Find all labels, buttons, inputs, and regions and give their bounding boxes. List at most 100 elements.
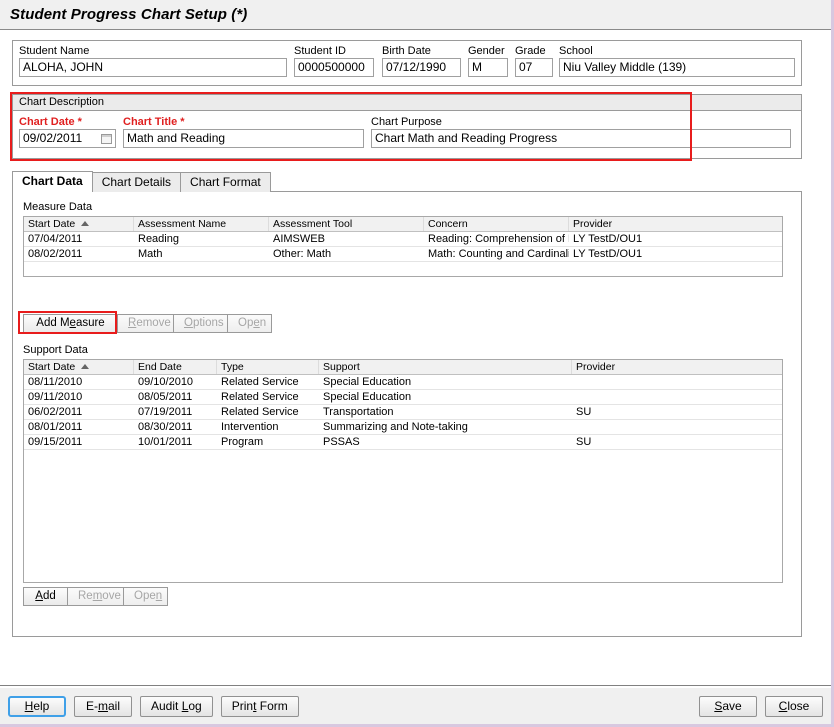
support-cell-support: Special Education — [323, 391, 412, 403]
measure-col-provider[interactable]: Provider — [569, 217, 782, 231]
measure-data-header: Start Date Assessment Name Assessment To… — [24, 217, 782, 232]
chart-date-field: Chart Date * 09/02/2011 — [19, 116, 116, 148]
support-cell-type: Program — [221, 436, 264, 448]
measure-data-label: Measure Data — [23, 201, 93, 213]
measure-col-start-date-text: Start Date — [28, 218, 76, 230]
tab-bar: Chart Data Chart Details Chart Format — [12, 171, 802, 192]
support-cell-provider: SU — [576, 436, 592, 448]
support-cell-type: Intervention — [221, 421, 279, 433]
measure-cell-start-date: 07/04/2011 — [28, 233, 83, 245]
measure-options-button: Options — [173, 314, 228, 333]
sort-ascending-icon — [81, 363, 90, 369]
measure-cell-start-date: 08/02/2011 — [28, 248, 83, 260]
table-row[interactable]: 06/02/2011 07/19/2011 Related Service Tr… — [24, 405, 782, 420]
help-button[interactable]: Help — [8, 696, 66, 717]
support-cell-type: Related Service — [221, 391, 299, 403]
birth-date-label: Birth Date — [382, 45, 431, 57]
form-content: Student Name ALOHA, JOHN Student ID 0000… — [0, 31, 831, 686]
table-row[interactable]: 08/02/2011 Math Other: Math Math: Counti… — [24, 247, 782, 262]
footer-left-buttons: Help E-mail Audit Log Print Form — [8, 696, 299, 717]
support-col-support[interactable]: Support — [319, 360, 572, 374]
gender-field: Gender M — [468, 45, 508, 77]
grade-input[interactable]: 07 — [515, 58, 553, 77]
remove-measure-button: Remove — [117, 314, 174, 333]
grade-field: Grade 07 — [515, 45, 553, 77]
chart-purpose-input[interactable]: Chart Math and Reading Progress — [371, 129, 791, 148]
table-row[interactable]: 09/15/2011 10/01/2011 Program PSSAS SU — [24, 435, 782, 450]
window-title: Student Progress Chart Setup (*) — [10, 6, 248, 23]
print-form-button[interactable]: Print Form — [220, 696, 299, 717]
support-cell-start-date: 08/01/2011 — [28, 421, 83, 433]
support-cell-support: Transportation — [323, 406, 394, 418]
support-cell-type: Related Service — [221, 376, 299, 388]
birth-date-input[interactable]: 07/12/1990 — [382, 58, 461, 77]
measure-cell-provider: LY TestD/OU1 — [573, 233, 643, 245]
tab-chart-details[interactable]: Chart Details — [91, 172, 182, 192]
footer-right-buttons: Save Close — [699, 696, 823, 717]
gender-label: Gender — [468, 45, 505, 57]
chart-description-caption: Chart Description — [13, 95, 801, 111]
add-measure-button[interactable]: Add Measure — [23, 314, 118, 333]
student-id-label: Student ID — [294, 45, 346, 57]
support-cell-support: Special Education — [323, 376, 412, 388]
table-row[interactable]: 07/04/2011 Reading AIMSWEB Reading: Comp… — [24, 232, 782, 247]
table-row[interactable]: 08/01/2011 08/30/2011 Intervention Summa… — [24, 420, 782, 435]
measure-col-assessment-tool[interactable]: Assessment Tool — [269, 217, 424, 231]
support-cell-end-date: 08/30/2011 — [138, 421, 193, 433]
support-cell-provider — [572, 375, 782, 389]
chart-date-input[interactable]: 09/02/2011 — [19, 129, 116, 148]
school-field: School Niu Valley Middle (139) — [559, 45, 795, 77]
grade-label: Grade — [515, 45, 546, 57]
support-data-grid[interactable]: Start Date End Date Type Support Provide… — [23, 359, 783, 583]
tab-chart-data[interactable]: Chart Data — [12, 171, 93, 192]
measure-cell-assessment-name: Reading — [138, 233, 179, 245]
open-support-button: Open — [123, 587, 168, 606]
chart-title-input[interactable]: Math and Reading — [123, 129, 364, 148]
support-cell-provider — [572, 420, 782, 434]
school-input[interactable]: Niu Valley Middle (139) — [559, 58, 795, 77]
sort-ascending-icon — [81, 220, 90, 226]
chart-description-panel: Chart Description Chart Date * 09/02/201… — [12, 94, 802, 159]
support-cell-end-date: 09/10/2010 — [138, 376, 194, 388]
school-label: School — [559, 45, 593, 57]
measure-col-concern[interactable]: Concern — [424, 217, 569, 231]
support-col-start-date-text: Start Date — [28, 361, 76, 373]
support-cell-support: Summarizing and Note-taking — [323, 421, 468, 433]
support-data-header: Start Date End Date Type Support Provide… — [24, 360, 782, 375]
tab-chart-format[interactable]: Chart Format — [180, 172, 271, 192]
gender-input[interactable]: M — [468, 58, 508, 77]
support-cell-start-date: 06/02/2011 — [28, 406, 83, 418]
student-name-field: Student Name ALOHA, JOHN — [19, 45, 287, 77]
student-id-field: Student ID 0000500000 — [294, 45, 374, 77]
student-name-input[interactable]: ALOHA, JOHN — [19, 58, 287, 77]
support-col-type[interactable]: Type — [217, 360, 319, 374]
support-cell-provider — [572, 390, 782, 404]
close-button[interactable]: Close — [765, 696, 823, 717]
student-name-label: Student Name — [19, 45, 90, 57]
application-window: Student Progress Chart Setup (*) Student… — [0, 0, 834, 727]
measure-col-start-date[interactable]: Start Date — [24, 217, 134, 231]
measure-col-assessment-name[interactable]: Assessment Name — [134, 217, 269, 231]
support-col-provider[interactable]: Provider — [572, 360, 782, 374]
support-cell-provider: SU — [576, 406, 592, 418]
measure-cell-assessment-name: Math — [138, 248, 163, 260]
chart-purpose-field: Chart Purpose Chart Math and Reading Pro… — [371, 116, 791, 148]
calendar-picker-icon[interactable] — [101, 134, 112, 144]
support-col-start-date[interactable]: Start Date — [24, 360, 134, 374]
chart-data-tab-panel: Measure Data Start Date Assessment Name … — [12, 191, 802, 637]
support-cell-support: PSSAS — [323, 436, 360, 448]
save-button[interactable]: Save — [699, 696, 757, 717]
measure-data-grid[interactable]: Start Date Assessment Name Assessment To… — [23, 216, 783, 277]
table-row[interactable]: 08/11/2010 09/10/2010 Related Service Sp… — [24, 375, 782, 390]
chart-purpose-label: Chart Purpose — [371, 116, 442, 128]
student-id-input[interactable]: 0000500000 — [294, 58, 374, 77]
window-titlebar: Student Progress Chart Setup (*) — [0, 0, 831, 30]
table-row[interactable]: 09/11/2010 08/05/2011 Related Service Sp… — [24, 390, 782, 405]
audit-log-button[interactable]: Audit Log — [140, 696, 213, 717]
measure-cell-assessment-tool: Other: Math — [273, 248, 332, 260]
add-support-button[interactable]: Add — [23, 587, 68, 606]
support-cell-start-date: 09/15/2011 — [28, 436, 83, 448]
support-cell-end-date: 10/01/2011 — [138, 436, 193, 448]
support-col-end-date[interactable]: End Date — [134, 360, 217, 374]
email-button[interactable]: E-mail — [74, 696, 132, 717]
